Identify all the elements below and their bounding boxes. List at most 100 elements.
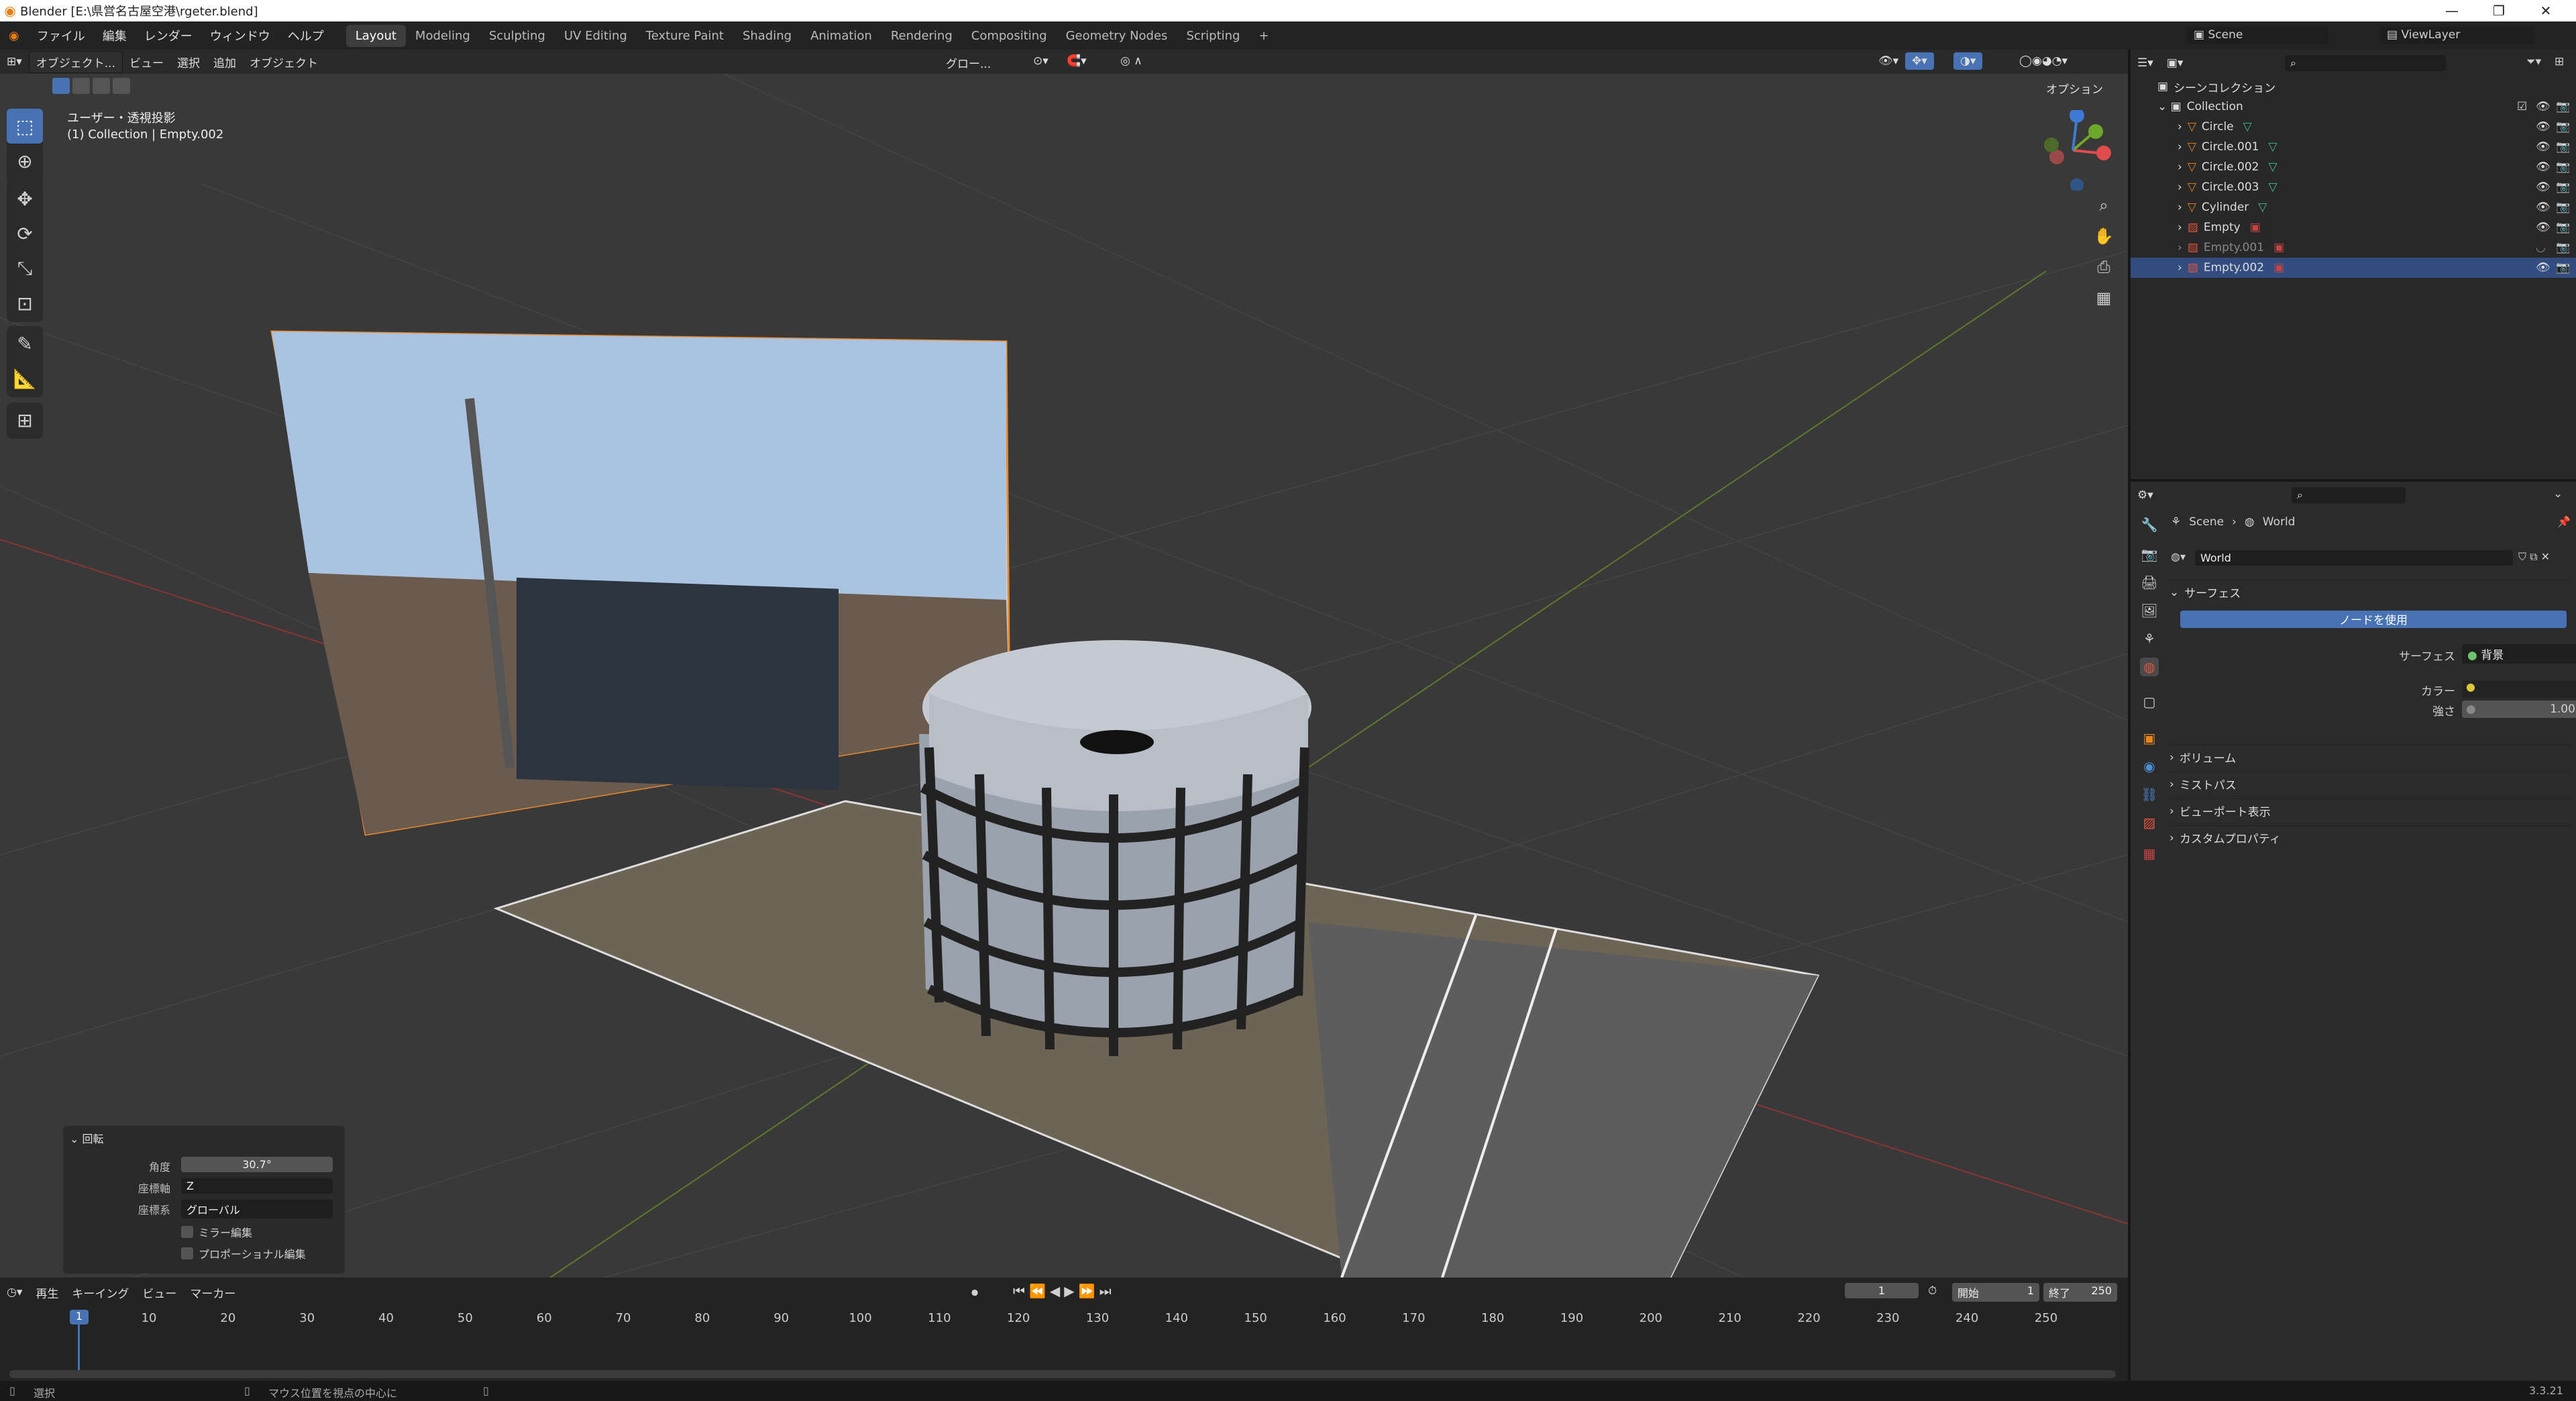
collection-camera-icon[interactable]: 📷 (2556, 100, 2570, 113)
tab-modeling[interactable]: Modeling (406, 25, 480, 47)
outliner-row[interactable]: › ▽ Circle.001 ▽ 👁 📷 (2131, 137, 2576, 157)
transform-icon[interactable]: ⊡ (7, 286, 43, 321)
options-dropdown[interactable]: オプション (2039, 78, 2110, 99)
select-box-icon[interactable]: ⬚ (7, 109, 43, 144)
outliner-row[interactable]: › ▽ Cylinder ▽ 👁 📷 (2131, 197, 2576, 217)
scale-icon[interactable]: ⤡ (7, 251, 43, 286)
camera-icon[interactable]: 📷 (2556, 221, 2570, 234)
expand-icon[interactable]: › (2178, 221, 2182, 234)
zoom-icon[interactable]: ⌕ (2089, 191, 2118, 220)
camera-icon[interactable]: 📷 (2556, 180, 2570, 194)
expand-icon[interactable]: › (2178, 261, 2182, 274)
menu-window[interactable]: ウィンドウ (201, 27, 279, 44)
pivot-icon[interactable]: ⊙▾ (1026, 52, 1055, 70)
tool-tab-icon[interactable]: 🔧 (2140, 515, 2159, 534)
timeline-menu-view[interactable]: ビュー (136, 1282, 183, 1303)
strength-field[interactable]: ●1.000 (2462, 701, 2576, 718)
tab-compositing[interactable]: Compositing (962, 25, 1057, 47)
expand-icon[interactable]: › (2178, 120, 2182, 134)
select-extend-icon[interactable] (72, 78, 90, 94)
world-tab-icon[interactable]: ◍ (2140, 658, 2159, 676)
use-nodes-button[interactable]: ノードを使用 (2180, 611, 2567, 628)
current-frame-field[interactable]: 1 (1845, 1283, 1919, 1298)
proportional-checkbox[interactable]: プロポーショナル編集 (181, 1245, 306, 1261)
surface-shader-field[interactable]: ● 背景 (2462, 644, 2576, 664)
tab-uv-editing[interactable]: UV Editing (555, 25, 637, 47)
data-tab-icon[interactable]: ▨ (2140, 813, 2159, 832)
world-actions-icon[interactable]: ⛉ ⧉ ✕ (2518, 550, 2550, 564)
section-header[interactable]: › ボリューム (2169, 745, 2572, 769)
menu-object[interactable]: オブジェクト (243, 52, 325, 72)
scene-selector[interactable]: ▣ Scene (2187, 27, 2328, 44)
timeline-menu-marker[interactable]: マーカー (183, 1282, 242, 1303)
menu-file[interactable]: ファイル (28, 27, 94, 44)
camera-icon[interactable]: 📷 (2556, 120, 2570, 134)
transform-orientation[interactable]: グロー... (939, 52, 998, 73)
overlay-toggle-icon[interactable]: ◑▾ (1953, 52, 1983, 70)
add-workspace-button[interactable]: + (1249, 25, 1278, 47)
eye-icon[interactable]: 👁 (2536, 180, 2551, 194)
playback-controls-icon[interactable]: ⏮⏪◀▶⏩⏭ (1013, 1283, 1116, 1299)
expand-icon[interactable]: › (2178, 241, 2182, 254)
properties-search-input[interactable]: ⌕ (2292, 487, 2406, 503)
properties-editor-type-icon[interactable]: ⚙▾ (2131, 486, 2160, 504)
display-mode-icon[interactable]: ▣▾ (2160, 54, 2190, 72)
pan-hand-icon[interactable]: ✋ (2089, 221, 2118, 251)
add-cube-icon[interactable]: ⊞ (7, 403, 43, 437)
outliner-row[interactable]: › ▨ Empty.001 ▣ ◡ 📷 (2131, 238, 2576, 258)
preview-range-icon[interactable]: ⏱ (1928, 1284, 1937, 1298)
tab-scripting[interactable]: Scripting (1177, 25, 1249, 47)
surface-section-header[interactable]: ⌄ サーフェス (2169, 580, 2572, 604)
eye-icon[interactable]: 👁 (2536, 160, 2551, 174)
tab-layout[interactable]: Layout (345, 24, 406, 47)
mirror-checkbox[interactable]: ミラー編集 (181, 1224, 252, 1240)
annotate-icon[interactable]: ✎ (7, 326, 43, 361)
menu-edit[interactable]: 編集 (94, 27, 136, 44)
outliner-row[interactable]: › ▽ Circle ▽ 👁 📷 (2131, 117, 2576, 137)
collection-tab-icon[interactable]: ▢ (2140, 692, 2159, 711)
maximize-icon[interactable]: ❐ (2475, 0, 2522, 21)
record-button-icon[interactable]: ⏺ (971, 1284, 978, 1300)
properties-options-icon[interactable]: ⌄ (2553, 487, 2563, 501)
camera-icon[interactable]: 📷 (2556, 160, 2570, 174)
outliner-row[interactable]: › ▽ Circle.002 ▽ 👁 📷 (2131, 157, 2576, 177)
menu-render[interactable]: レンダー (136, 27, 201, 44)
collection-eye-icon[interactable]: 👁 (2536, 100, 2551, 113)
cylinder-object[interactable] (919, 640, 1311, 1056)
axis-dropdown[interactable]: Z (181, 1178, 333, 1194)
minimize-icon[interactable]: — (2428, 0, 2475, 21)
outliner-row[interactable]: › ▽ Circle.003 ▽ 👁 📷 (2131, 177, 2576, 197)
collection-checkbox-icon[interactable]: ☑ (2517, 100, 2527, 113)
tab-rendering[interactable]: Rendering (881, 25, 962, 47)
view-layer-selector[interactable]: ▤ ViewLayer (2380, 27, 2534, 44)
outliner-row[interactable]: › ▨ Empty ▣ 👁 📷 (2131, 217, 2576, 238)
render-tab-icon[interactable]: 📷 (2140, 545, 2159, 564)
scene-collection-row[interactable]: ▣ シーンコレクション (2131, 76, 2576, 97)
eye-icon[interactable]: 👁 (2536, 261, 2551, 274)
timeline-editor-type-icon[interactable]: ◷▾ (0, 1284, 29, 1301)
object-tab-icon[interactable]: ▣ (2140, 729, 2159, 747)
outliner-row[interactable]: › ▨ Empty.002 ▣ 👁 📷 (2131, 258, 2576, 278)
tab-animation[interactable]: Animation (801, 25, 881, 47)
world-browse-icon[interactable]: ◍▾ (2171, 550, 2186, 563)
output-tab-icon[interactable]: 🖨 (2140, 573, 2159, 592)
scene-tab-icon[interactable]: ⚘ (2140, 629, 2159, 648)
physics-tab-icon[interactable]: ◉ (2140, 757, 2159, 776)
world-name-field[interactable]: World (2195, 550, 2513, 566)
camera-view-icon[interactable]: ⎙ (2089, 252, 2118, 282)
start-frame-field[interactable]: 開始 1 (1952, 1283, 2039, 1302)
constraints-tab-icon[interactable]: ⛓ (2140, 785, 2159, 804)
proportional-edit-icon[interactable]: ◎ ∧ (1114, 52, 1149, 70)
camera-icon[interactable]: 📷 (2556, 261, 2570, 274)
timeline-menu-keying[interactable]: キーイング (65, 1282, 136, 1303)
expand-icon[interactable]: › (2178, 201, 2182, 214)
collection-row[interactable]: ⌄ ▣ Collection ☑ 👁 📷 (2131, 97, 2576, 117)
visibility-icon[interactable]: 👁▾ (1872, 52, 1905, 70)
eye-icon[interactable]: 👁 (2536, 140, 2551, 154)
angle-field[interactable]: 30.7° (181, 1157, 333, 1172)
menu-help[interactable]: ヘルプ (279, 27, 333, 44)
camera-icon[interactable]: 📷 (2556, 201, 2570, 214)
close-icon[interactable]: ✕ (2522, 0, 2569, 21)
eye-icon[interactable]: 👁 (2536, 221, 2551, 234)
expand-icon[interactable]: › (2178, 160, 2182, 174)
